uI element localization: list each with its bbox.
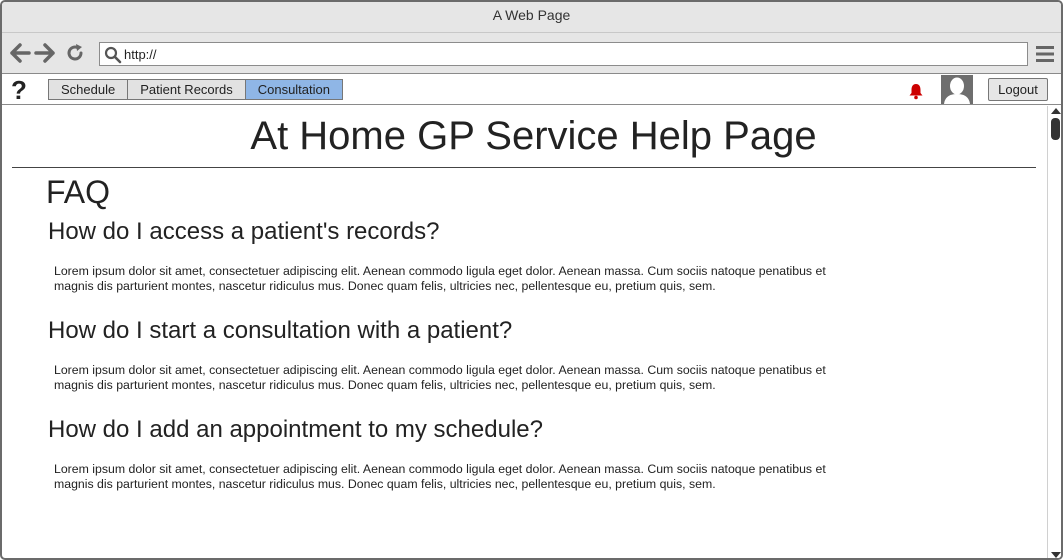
- tab-consultation[interactable]: Consultation: [245, 79, 343, 100]
- faq-question: How do I add an appointment to my schedu…: [48, 416, 543, 443]
- scroll-thumb[interactable]: [1051, 118, 1060, 140]
- faq-answer: Lorem ipsum dolor sit amet, consectetuer…: [54, 363, 826, 392]
- app-header: ? Schedule Patient Records Consultation …: [2, 75, 1061, 105]
- reload-icon[interactable]: [64, 42, 86, 64]
- faq-answer: Lorem ipsum dolor sit amet, consectetuer…: [54, 462, 826, 491]
- logout-button[interactable]: Logout: [988, 78, 1048, 101]
- faq-question: How do I start a consultation with a pat…: [48, 317, 513, 344]
- window-title: A Web Page: [2, 2, 1061, 33]
- user-silhouette-icon: [941, 75, 973, 104]
- browser-toolbar: [2, 33, 1061, 74]
- vertical-scrollbar[interactable]: [1047, 106, 1061, 558]
- main-tabs: Schedule Patient Records Consultation: [48, 79, 343, 101]
- title-divider: [12, 167, 1036, 168]
- faq-heading: FAQ: [46, 174, 111, 210]
- tab-patient-records[interactable]: Patient Records: [128, 79, 246, 100]
- back-arrow-icon[interactable]: [9, 42, 31, 64]
- avatar[interactable]: [941, 75, 973, 104]
- tab-schedule[interactable]: Schedule: [48, 79, 129, 100]
- hamburger-menu-icon[interactable]: [1035, 45, 1055, 63]
- scroll-down-arrow-icon[interactable]: [1051, 552, 1061, 558]
- url-bar[interactable]: [99, 42, 1028, 66]
- faq-question: How do I access a patient's records?: [48, 218, 440, 245]
- scroll-up-arrow-icon[interactable]: [1051, 108, 1061, 114]
- forward-arrow-icon[interactable]: [34, 42, 56, 64]
- url-input[interactable]: [124, 45, 1004, 63]
- page-title: At Home GP Service Help Page: [250, 114, 817, 158]
- browser-window: A Web Page ? Schedule Patient: [0, 0, 1063, 560]
- notification-bell-icon[interactable]: [907, 82, 925, 100]
- search-icon: [104, 46, 122, 64]
- help-icon[interactable]: ?: [7, 76, 31, 104]
- help-page-content: At Home GP Service Help Page FAQ How do …: [2, 106, 1047, 558]
- faq-answer: Lorem ipsum dolor sit amet, consectetuer…: [54, 264, 826, 293]
